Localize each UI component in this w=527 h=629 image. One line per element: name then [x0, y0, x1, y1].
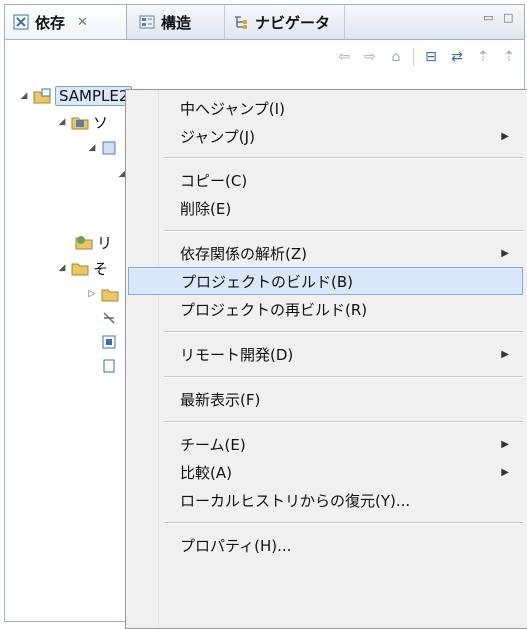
tree-item-other[interactable]: ◢ そ [57, 257, 108, 279]
project-folder-icon [33, 88, 51, 104]
tree-item-label: ソ [93, 113, 109, 132]
back-arrow-icon[interactable]: ⇦ [335, 48, 353, 66]
menu-separator [164, 522, 523, 524]
menu-item-jump[interactable]: ジャンプ(J) ▶ [128, 122, 523, 150]
document-icon [103, 359, 115, 373]
folder-icon [101, 289, 119, 302]
tree-item-label: リ [97, 233, 113, 252]
tree-root-label: SAMPLE2 [55, 86, 133, 106]
toolbar-separator [413, 48, 414, 66]
tree-item-file2[interactable] [101, 331, 117, 353]
menu-item-label: チーム(E) [180, 435, 246, 454]
home-icon[interactable]: ⌂ [387, 48, 405, 66]
tree-item-source[interactable]: ◢ ソ [57, 111, 108, 133]
menu-item-label: プロジェクトの再ビルド(R) [180, 300, 368, 319]
dependency-view: 依存 ✕ 構造 ナビゲータ ▭ □ ⇦ ⇨ ⌂ ⊟ ⇄ ⇡ ⇡ ◢ SAMPLE… [4, 4, 527, 629]
navigator-icon [235, 16, 247, 29]
tab-dependency-label: 依存 [35, 13, 66, 32]
menu-item-remote-development[interactable]: リモート開発(D) ▶ [128, 340, 523, 368]
tree-item-file1[interactable] [101, 307, 117, 329]
maximize-icon[interactable]: □ [503, 11, 513, 24]
menu-item-team[interactable]: チーム(E) ▶ [128, 430, 523, 458]
component-icon [103, 312, 115, 324]
menu-item-restore-local-history[interactable]: ローカルヒストリからの復元(Y)... [128, 486, 523, 514]
menu-item-label: 比較(A) [180, 463, 232, 482]
tree-root[interactable]: ◢ SAMPLE2 [19, 85, 133, 107]
menu-item-label: ローカルヒストリからの復元(Y)... [180, 491, 411, 510]
view-tab-bar: 依存 ✕ 構造 ナビゲータ ▭ □ [5, 5, 524, 40]
tab-navigator-label: ナビゲータ [255, 13, 331, 32]
submenu-arrow-icon: ▶ [501, 438, 509, 450]
menu-item-label: コピー(C) [180, 171, 248, 190]
submenu-arrow-icon: ▶ [501, 247, 509, 259]
minimize-icon[interactable]: ▭ [483, 11, 493, 24]
menu-item-delete[interactable]: 削除(E) [128, 194, 523, 222]
close-icon[interactable]: ✕ [77, 15, 88, 30]
remote-folder-icon [75, 236, 93, 250]
submenu-arrow-icon: ▶ [501, 466, 509, 478]
tab-structure[interactable]: 構造 [133, 5, 225, 39]
expand-arrow-icon[interactable]: ◢ [57, 263, 67, 273]
menu-item-refresh[interactable]: 最新表示(F) [128, 385, 523, 413]
view-menu-icon[interactable]: ⇡ [500, 48, 518, 66]
context-menu: 中へジャンプ(I) ジャンプ(J) ▶ コピー(C) 削除(E) 依存関係の解析… [125, 89, 527, 629]
tab-navigator[interactable]: ナビゲータ [227, 5, 345, 39]
menu-item-label: プロジェクトのビルド(B) [181, 272, 353, 291]
folder-icon [71, 263, 89, 276]
menu-item-label: 最新表示(F) [180, 390, 261, 409]
menu-separator [164, 157, 523, 159]
collapse-arrow-icon[interactable]: ▷ [87, 289, 97, 299]
menu-item-compare[interactable]: 比較(A) ▶ [128, 458, 523, 486]
collapse-all-icon[interactable]: ⊟ [422, 48, 440, 66]
menu-item-jump-into[interactable]: 中へジャンプ(I) [128, 94, 523, 122]
menu-item-label: ジャンプ(J) [180, 127, 255, 146]
tree-item-nested[interactable]: ◢ [87, 137, 117, 159]
menu-item-copy[interactable]: コピー(C) [128, 166, 523, 194]
menu-separator [164, 421, 523, 423]
menu-item-build-project[interactable]: プロジェクトのビルド(B) [128, 267, 523, 295]
expand-arrow-icon[interactable]: ◢ [57, 117, 67, 127]
submenu-arrow-icon: ▶ [501, 130, 509, 142]
forward-arrow-icon[interactable]: ⇨ [361, 48, 379, 66]
menu-separator [164, 230, 523, 232]
structure-icon [139, 15, 155, 29]
menu-item-label: リモート開発(D) [180, 345, 294, 364]
tree-item-label: そ [93, 259, 109, 278]
file-icon [102, 335, 116, 349]
tab-dependency[interactable]: 依存 ✕ [5, 5, 127, 39]
package-icon [102, 141, 116, 155]
menu-item-properties[interactable]: プロパティ(H)... [128, 531, 523, 559]
view-toolbar: ⇦ ⇨ ⌂ ⊟ ⇄ ⇡ ⇡ [335, 45, 518, 69]
submenu-arrow-icon: ▶ [501, 348, 509, 360]
menu-item-label: プロパティ(H)... [180, 536, 292, 555]
tree-item-remote[interactable]: リ [75, 231, 112, 253]
menu-item-rebuild-project[interactable]: プロジェクトの再ビルド(R) [128, 295, 523, 323]
tree-item-subfolder[interactable]: ▷ [87, 283, 119, 305]
expand-arrow-icon[interactable]: ◢ [19, 91, 29, 101]
tree-item-file3[interactable] [101, 355, 117, 377]
menu-item-analyze-dependencies[interactable]: 依存関係の解析(Z) ▶ [128, 239, 523, 267]
dependency-icon [13, 14, 29, 30]
tab-structure-label: 構造 [161, 13, 192, 32]
source-folder-icon [71, 117, 89, 130]
menu-item-label: 依存関係の解析(Z) [180, 244, 307, 263]
menu-separator [164, 376, 523, 378]
menu-item-label: 削除(E) [180, 199, 232, 218]
expand-arrow-icon[interactable]: ◢ [87, 143, 97, 153]
menu-separator [164, 331, 523, 333]
menu-item-label: 中へジャンプ(I) [180, 99, 285, 118]
filter-icon[interactable]: ⇡ [474, 48, 492, 66]
link-editor-icon[interactable]: ⇄ [448, 48, 466, 66]
